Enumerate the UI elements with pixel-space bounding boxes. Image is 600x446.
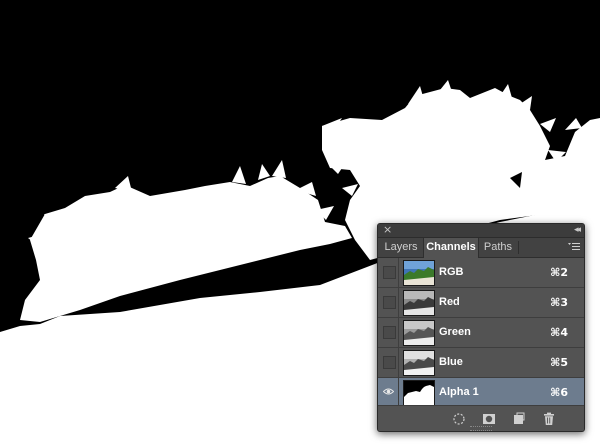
trash-icon[interactable] — [542, 412, 556, 426]
row-divider — [398, 378, 399, 407]
channel-shortcut: ⌘6 — [550, 386, 568, 399]
channel-list: RGB ⌘2 Red ⌘3 Green ⌘4 Blue ⌘5 Alpha 1 ⌘… — [378, 258, 584, 408]
tab-paths[interactable]: Paths — [480, 238, 516, 257]
channel-shortcut: ⌘4 — [550, 326, 568, 339]
channel-name: Alpha 1 — [439, 386, 479, 398]
channel-name: RGB — [439, 266, 464, 278]
channel-name: Red — [439, 296, 460, 308]
eye-icon[interactable] — [383, 386, 394, 397]
channel-name: Green — [439, 326, 471, 338]
collapse-icon[interactable]: ◂◂ — [574, 224, 581, 237]
channel-row-green[interactable]: Green ⌘4 — [378, 318, 584, 348]
visibility-toggle[interactable] — [383, 296, 396, 309]
row-divider — [398, 348, 399, 377]
rgb-thumbnail — [403, 260, 435, 286]
channel-row-blue[interactable]: Blue ⌘5 — [378, 348, 584, 378]
channel-row-red[interactable]: Red ⌘3 — [378, 288, 584, 318]
alpha-1-thumbnail — [403, 380, 435, 406]
channel-row-alpha-1[interactable]: Alpha 1 ⌘6 — [378, 378, 584, 408]
channel-shortcut: ⌘5 — [550, 356, 568, 369]
visibility-toggle[interactable] — [383, 356, 396, 369]
tab-channels[interactable]: Channels — [423, 238, 479, 258]
channel-name: Blue — [439, 356, 463, 368]
tab-divider — [518, 241, 519, 254]
row-divider — [398, 318, 399, 347]
resize-grip[interactable] — [470, 426, 492, 431]
visibility-toggle[interactable] — [383, 326, 396, 339]
save-selection-icon[interactable] — [482, 412, 496, 426]
tab-layers[interactable]: Layers — [382, 238, 420, 257]
panel-menu-icon[interactable] — [568, 242, 580, 252]
new-channel-icon[interactable] — [512, 412, 526, 426]
panel-title-bar[interactable]: × ◂◂ — [378, 224, 584, 238]
row-divider — [398, 288, 399, 317]
red-thumbnail — [403, 290, 435, 316]
green-thumbnail — [403, 320, 435, 346]
channels-panel: × ◂◂ Layers Channels Paths RGB ⌘2 Red ⌘3… — [377, 223, 585, 432]
close-icon[interactable]: × — [383, 224, 392, 237]
visibility-toggle[interactable] — [383, 266, 396, 279]
blue-thumbnail — [403, 350, 435, 376]
load-selection-icon[interactable] — [452, 412, 466, 426]
channel-shortcut: ⌘3 — [550, 296, 568, 309]
channel-row-rgb[interactable]: RGB ⌘2 — [378, 258, 584, 288]
row-divider — [398, 258, 399, 287]
panel-tab-bar: Layers Channels Paths — [378, 238, 584, 258]
panel-footer — [378, 405, 584, 431]
channel-shortcut: ⌘2 — [550, 266, 568, 279]
